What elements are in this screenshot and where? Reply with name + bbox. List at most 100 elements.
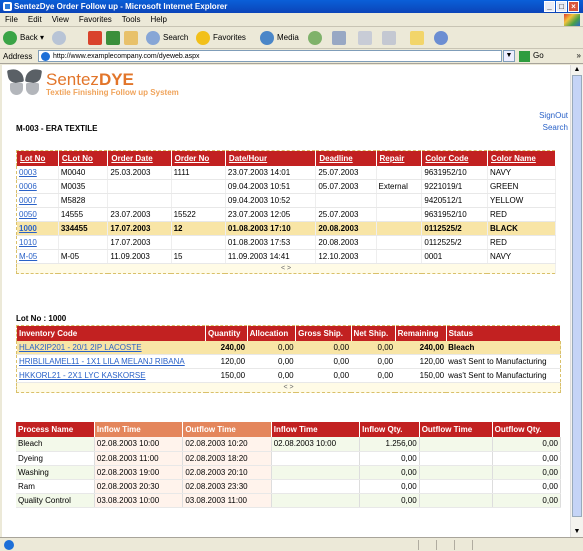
table-cell xyxy=(171,193,226,208)
lot-number-link[interactable]: 0050 xyxy=(16,207,59,222)
menu-favorites[interactable]: Favorites xyxy=(74,13,117,26)
column-header[interactable]: Outflow Qty. xyxy=(492,422,562,437)
table-cell: YELLOW xyxy=(487,193,557,208)
table-cell: 23.07.2003 xyxy=(107,207,172,222)
edit-icon[interactable] xyxy=(382,31,396,45)
refresh-icon[interactable] xyxy=(106,31,120,45)
menu-file[interactable]: File xyxy=(0,13,23,26)
address-input[interactable]: http://www.examplecompany.com/dyeweb.asp… xyxy=(38,50,502,62)
lot-row[interactable]: 0006 M0035 09.04.2003 10:51 05.07.2003 Exter… xyxy=(16,179,557,194)
search-link[interactable]: Search xyxy=(543,123,568,132)
table-cell: RED xyxy=(487,235,557,250)
column-header[interactable]: Inflow Qty. xyxy=(359,422,420,437)
column-header[interactable]: Inflow Time xyxy=(271,422,361,437)
table-cell: 150,00 xyxy=(395,368,447,383)
table-cell: GREEN xyxy=(487,179,557,194)
page-content: SentezDYE Textile Finishing Follow up Sy… xyxy=(2,65,570,537)
column-header[interactable]: Repair xyxy=(376,150,423,166)
table-cell: Quality Control xyxy=(16,493,95,508)
lot-number-link[interactable]: 0006 xyxy=(16,179,59,194)
lot-number-link[interactable]: M-05 xyxy=(16,249,59,264)
lot-row[interactable]: 0050 14555 23.07.2003 15522 23.07.2003 12:05… xyxy=(16,207,557,222)
column-header[interactable]: Allocation xyxy=(247,325,297,341)
stop-icon[interactable] xyxy=(88,31,102,45)
inventory-code-link[interactable]: HKKORL21 - 2X1 LYC KASKORSE xyxy=(16,368,206,383)
close-button[interactable]: × xyxy=(568,1,579,12)
home-icon[interactable] xyxy=(124,31,138,45)
vertical-scrollbar[interactable]: ▲ ▼ xyxy=(570,65,583,537)
inventory-row[interactable]: HLAK2IP201 - 20/1 2IP LACOSTE 240,00 0,00 0… xyxy=(16,340,561,355)
table-cell: 120,00 xyxy=(395,354,447,369)
menu-view[interactable]: View xyxy=(47,13,74,26)
folder-icon[interactable] xyxy=(410,31,424,45)
inventory-row[interactable]: HRIBLILAMEL11 - 1X1 LILA MELANJ RIBANA 12… xyxy=(16,354,561,369)
lot-number-link[interactable]: 1000 xyxy=(16,221,59,236)
media-button[interactable]: Media xyxy=(260,30,299,46)
inventory-table-pager[interactable]: < > xyxy=(16,382,561,393)
menu-edit[interactable]: Edit xyxy=(23,13,47,26)
table-cell: 9221019/1 xyxy=(421,179,488,194)
messenger-icon[interactable] xyxy=(434,31,448,45)
lot-row[interactable]: 1010 17.07.2003 01.08.2003 17:53 20.08.2003… xyxy=(16,235,557,250)
address-dropdown-icon[interactable]: ▼ xyxy=(503,50,515,62)
address-label: Address xyxy=(3,52,33,61)
inventory-code-link[interactable]: HRIBLILAMEL11 - 1X1 LILA MELANJ RIBANA xyxy=(16,354,206,369)
inventory-code-link[interactable]: HLAK2IP201 - 20/1 2IP LACOSTE xyxy=(16,340,206,355)
forward-button[interactable] xyxy=(52,31,66,45)
toolbar-overflow-icon[interactable]: » xyxy=(577,51,581,60)
mail-icon[interactable] xyxy=(332,31,346,45)
table-cell: NAVY xyxy=(487,165,557,180)
process-table-header: Process Name Inflow Time Outflow Time Inflo… xyxy=(16,422,562,437)
column-header[interactable]: CLot No xyxy=(58,150,109,166)
column-header[interactable]: Deadline xyxy=(315,150,377,166)
menu-bar: File Edit View Favorites Tools Help xyxy=(0,13,583,27)
favorites-button[interactable]: Favorites xyxy=(196,30,246,46)
column-header[interactable]: Order No xyxy=(171,150,226,166)
lot-number-link[interactable]: 0003 xyxy=(16,165,59,180)
column-header[interactable]: Process Name xyxy=(16,422,95,437)
go-button[interactable]: Go xyxy=(519,50,544,62)
table-cell: 1111 xyxy=(171,165,226,180)
signout-link[interactable]: SignOut xyxy=(539,111,568,120)
lot-row[interactable]: 0007 M5828 09.04.2003 10:52 9420512/1 YELLOW xyxy=(16,193,557,208)
process-row: Quality Control 03.08.2003 10:00 03.08.200… xyxy=(16,493,562,508)
print-icon[interactable] xyxy=(358,31,372,45)
column-header[interactable]: Inventory Code xyxy=(16,325,207,341)
history-icon[interactable] xyxy=(308,31,322,45)
column-header[interactable]: Status xyxy=(446,325,562,341)
column-header[interactable]: Gross Ship. xyxy=(295,325,352,341)
column-header[interactable]: Color Name xyxy=(487,150,557,166)
table-cell: External xyxy=(376,179,423,194)
column-header[interactable]: Color Code xyxy=(421,150,488,166)
menu-tools[interactable]: Tools xyxy=(117,13,146,26)
scroll-up-icon[interactable]: ▲ xyxy=(571,65,583,75)
search-button[interactable]: Search xyxy=(146,30,188,46)
menu-help[interactable]: Help xyxy=(145,13,171,26)
column-header[interactable]: Quantity xyxy=(205,325,248,341)
table-cell: 0001 xyxy=(421,249,488,264)
lot-row[interactable]: M-05 M-05 11.09.2003 15 11.09.2003 14:41 12.1… xyxy=(16,249,557,264)
lot-row[interactable]: 0003 M0040 25.03.2003 1111 23.07.2003 14:01 2… xyxy=(16,165,557,180)
table-cell: 17.07.2003 xyxy=(107,235,172,250)
column-header[interactable]: Inflow Time xyxy=(94,422,184,437)
column-header[interactable]: Remaining xyxy=(395,325,447,341)
column-header[interactable]: Outflow Time xyxy=(182,422,272,437)
column-header[interactable]: Lot No xyxy=(16,150,59,166)
ie-page-icon xyxy=(41,52,50,61)
lot-number-link[interactable]: 1010 xyxy=(16,235,59,250)
maximize-button[interactable]: □ xyxy=(556,1,567,12)
column-header[interactable]: Net Ship. xyxy=(351,325,396,341)
scroll-down-icon[interactable]: ▼ xyxy=(571,527,583,537)
scroll-thumb[interactable] xyxy=(572,75,582,517)
lot-number-link[interactable]: 0007 xyxy=(16,193,59,208)
column-header[interactable]: Outflow Time xyxy=(419,422,493,437)
inventory-row[interactable]: HKKORL21 - 2X1 LYC KASKORSE 150,00 0,00 0,0… xyxy=(16,368,561,383)
table-cell xyxy=(271,451,361,466)
column-header[interactable]: Order Date xyxy=(107,150,172,166)
column-header[interactable]: Date/Hour xyxy=(225,150,317,166)
back-button[interactable]: Back ▾ xyxy=(3,30,44,46)
minimize-button[interactable]: _ xyxy=(544,1,555,12)
lot-row[interactable]: 1000 334455 17.07.2003 12 01.08.2003 17:10 20… xyxy=(16,221,557,236)
table-cell: 0,00 xyxy=(359,479,420,494)
lot-table-pager[interactable]: < > xyxy=(16,263,556,274)
